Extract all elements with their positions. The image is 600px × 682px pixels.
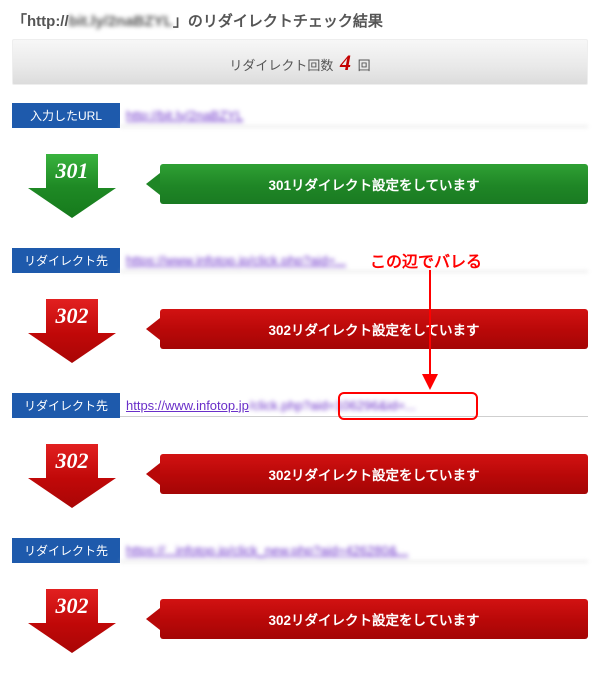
redirect-arrow: 301	[12, 148, 132, 220]
redirect-arrow: 302	[12, 438, 132, 510]
url-label-redirect: リダイレクト先	[12, 248, 120, 273]
arrow-down-icon: 302	[24, 583, 120, 655]
redirect-message-row: 301リダイレクト設定をしています	[146, 164, 588, 204]
url-row: リダイレクト先 https://www.infotop.jp/click.php…	[12, 248, 588, 273]
count-prefix: リダイレクト回数	[229, 58, 337, 73]
url-value: https://www.infotop.jp/click.php?aid=...	[120, 250, 588, 272]
redirect-arrow: 302	[12, 293, 132, 365]
arrow-down-icon: 301	[24, 148, 120, 220]
bubble-triangle-icon	[146, 318, 160, 340]
url-label-input: 入力したURL	[12, 103, 120, 128]
url-value: https://...infotop.jp/click_new.php?aid=…	[120, 540, 588, 562]
redirect-block: 302 302リダイレクト設定をしています	[12, 293, 588, 365]
url-label-redirect: リダイレクト先	[12, 538, 120, 563]
redirect-block: 301 301リダイレクト設定をしています	[12, 148, 588, 220]
arrow-down-icon: 302	[24, 293, 120, 365]
url-value: https://www.infotop.jp/click.php?aid=106…	[120, 395, 588, 417]
url-link[interactable]: https://...infotop.jp/click_new.php?aid=…	[126, 543, 408, 558]
count-suffix: 回	[354, 58, 371, 73]
page-title: 「http://bit.ly/2naBZYL」のリダイレクトチェック結果	[12, 10, 588, 31]
redirect-message-row: 302リダイレクト設定をしています	[146, 454, 588, 494]
url-link[interactable]: http://bit.ly/2naBZYL	[126, 108, 243, 123]
arrow-down-icon: 302	[24, 438, 120, 510]
redirect-message-row: 302リダイレクト設定をしています	[146, 599, 588, 639]
redirect-block: 302 302リダイレクト設定をしています	[12, 583, 588, 655]
url-row: 入力したURL http://bit.ly/2naBZYL	[12, 103, 588, 128]
redirect-message: 301リダイレクト設定をしています	[160, 164, 588, 204]
url-label-redirect: リダイレクト先	[12, 393, 120, 418]
redirect-block: 302 302リダイレクト設定をしています	[12, 438, 588, 510]
url-row: リダイレクト先 https://...infotop.jp/click_new.…	[12, 538, 588, 563]
svg-text:301: 301	[55, 158, 89, 183]
title-prefix: 「http://	[12, 13, 69, 30]
svg-text:302: 302	[55, 593, 89, 618]
svg-text:302: 302	[55, 448, 89, 473]
bubble-triangle-icon	[146, 173, 160, 195]
bubble-triangle-icon	[146, 608, 160, 630]
bubble-triangle-icon	[146, 463, 160, 485]
redirect-message-row: 302リダイレクト設定をしています	[146, 309, 588, 349]
url-row: リダイレクト先 https://www.infotop.jp/click.php…	[12, 393, 588, 418]
redirect-message: 302リダイレクト設定をしています	[160, 309, 588, 349]
redirect-message: 302リダイレクト設定をしています	[160, 454, 588, 494]
count-value: 4	[340, 50, 351, 75]
title-hidden-url: bit.ly/2naBZYL	[69, 13, 173, 30]
title-suffix: 」のリダイレクトチェック結果	[173, 13, 383, 30]
redirect-count-bar: リダイレクト回数 4 回	[12, 39, 588, 85]
url-link[interactable]: https://www.infotop.jp/click.php?aid=...	[126, 253, 346, 268]
svg-text:302: 302	[55, 303, 89, 328]
url-value: http://bit.ly/2naBZYL	[120, 105, 588, 127]
redirect-message: 302リダイレクト設定をしています	[160, 599, 588, 639]
url-link[interactable]: https://www.infotop.jp/click.php?aid=106…	[126, 398, 416, 413]
redirect-arrow: 302	[12, 583, 132, 655]
